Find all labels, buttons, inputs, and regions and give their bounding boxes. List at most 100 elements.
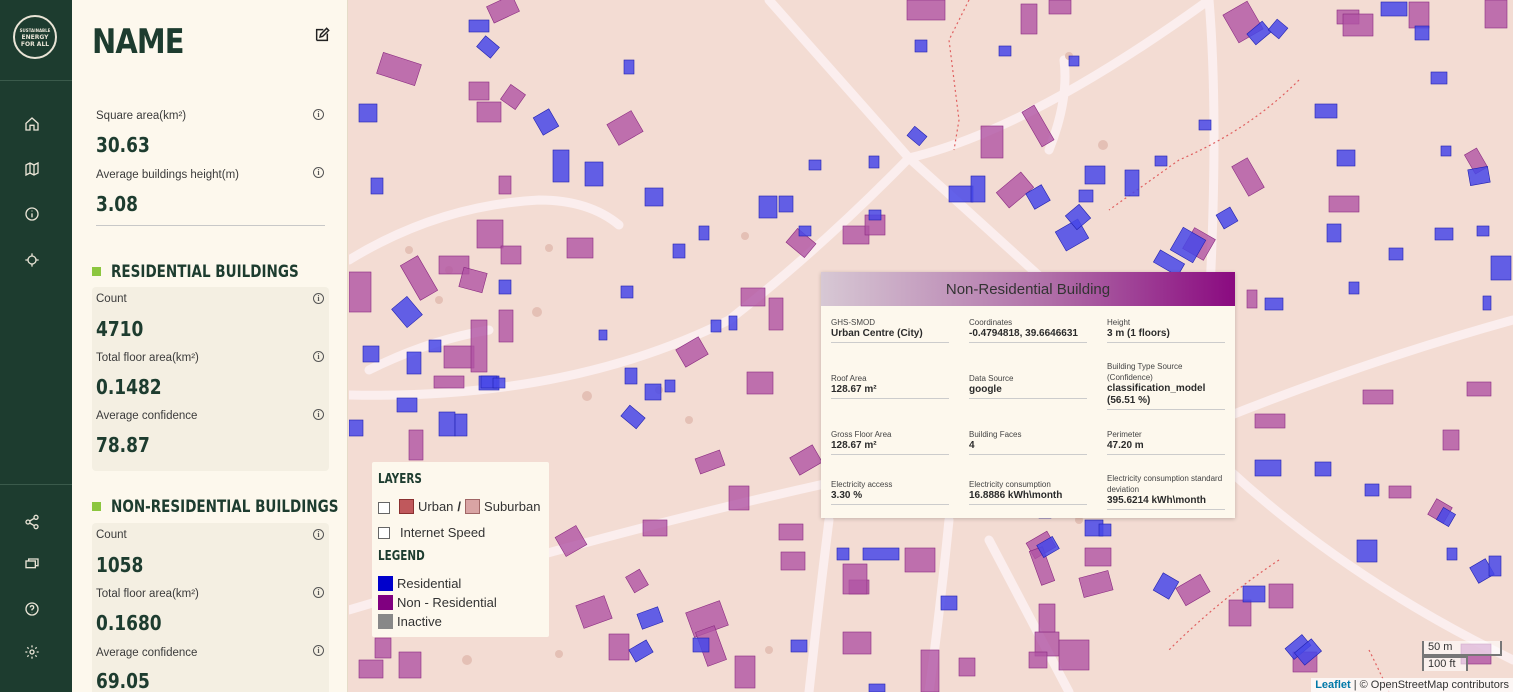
building-footprint[interactable]: [1246, 289, 1258, 309]
building-footprint[interactable]: [398, 651, 422, 679]
building-footprint[interactable]: [1490, 255, 1512, 281]
building-footprint[interactable]: [970, 175, 986, 203]
building-footprint[interactable]: [728, 485, 750, 511]
building-footprint[interactable]: [376, 51, 422, 87]
building-footprint[interactable]: [1434, 227, 1454, 241]
building-footprint[interactable]: [1038, 603, 1056, 633]
building-footprint[interactable]: [1314, 461, 1332, 477]
info-icon[interactable]: i: [313, 109, 324, 120]
building-footprint[interactable]: [1078, 189, 1094, 203]
urban-suburban-checkbox[interactable]: [378, 502, 390, 514]
building-footprint[interactable]: [790, 639, 808, 653]
building-footprint[interactable]: [492, 377, 506, 389]
building-footprint[interactable]: [734, 655, 756, 689]
building-footprint[interactable]: [868, 683, 886, 692]
building-footprint[interactable]: [698, 225, 710, 241]
building-footprint[interactable]: [1430, 71, 1448, 85]
building-footprint[interactable]: [642, 519, 668, 537]
building-footprint[interactable]: [1388, 485, 1412, 499]
building-footprint[interactable]: [1326, 223, 1342, 243]
building-footprint[interactable]: [780, 551, 806, 571]
share-icon[interactable]: [22, 512, 42, 532]
building-footprint[interactable]: [728, 315, 738, 331]
building-footprint[interactable]: [1466, 381, 1492, 397]
building-footprint[interactable]: [1267, 18, 1289, 40]
building-footprint[interactable]: [500, 84, 526, 110]
building-footprint[interactable]: [1048, 0, 1072, 15]
building-footprint[interactable]: [358, 659, 384, 679]
help-icon[interactable]: [22, 599, 42, 619]
info-icon[interactable]: i: [313, 351, 324, 362]
building-footprint[interactable]: [374, 637, 392, 659]
building-footprint[interactable]: [1482, 295, 1492, 311]
building-footprint[interactable]: [1264, 297, 1284, 311]
building-footprint[interactable]: [1446, 547, 1458, 561]
building-footprint[interactable]: [476, 35, 500, 59]
building-footprint[interactable]: [1068, 55, 1080, 67]
info-icon[interactable]: i: [313, 409, 324, 420]
building-footprint[interactable]: [1254, 413, 1286, 429]
building-footprint[interactable]: [672, 243, 686, 259]
building-footprint[interactable]: [470, 319, 488, 373]
building-footprint[interactable]: [1476, 225, 1490, 237]
building-footprint[interactable]: [1228, 599, 1252, 627]
building-footprint[interactable]: [1484, 0, 1508, 29]
building-footprint[interactable]: [1388, 247, 1404, 261]
building-footprint[interactable]: [798, 225, 812, 237]
building-footprint[interactable]: [606, 110, 644, 146]
crosshair-icon[interactable]: [22, 250, 42, 270]
building-footprint[interactable]: [842, 563, 868, 595]
leaflet-link[interactable]: Leaflet: [1315, 679, 1350, 691]
building-footprint[interactable]: [768, 297, 784, 331]
building-footprint[interactable]: [575, 595, 613, 629]
building-footprint[interactable]: [842, 631, 872, 655]
building-footprint[interactable]: [1268, 583, 1294, 609]
building-footprint[interactable]: [438, 411, 456, 437]
building-footprint[interactable]: [836, 547, 850, 561]
building-footprint[interactable]: [778, 195, 794, 213]
building-footprint[interactable]: [620, 404, 646, 430]
building-footprint[interactable]: [1408, 1, 1430, 29]
building-footprint[interactable]: [1342, 13, 1374, 37]
building-footprint[interactable]: [758, 195, 778, 219]
building-footprint[interactable]: [498, 309, 514, 343]
info-icon[interactable]: i: [313, 587, 324, 598]
building-footprint[interactable]: [862, 547, 900, 561]
building-footprint[interactable]: [454, 413, 468, 437]
building-footprint[interactable]: [625, 568, 649, 594]
building-footprint[interactable]: [998, 45, 1012, 57]
building-footprint[interactable]: [566, 237, 594, 259]
info-icon[interactable]: i: [313, 293, 324, 304]
building-footprint[interactable]: [1467, 166, 1491, 186]
building-footprint[interactable]: [476, 101, 502, 123]
building-footprint[interactable]: [362, 345, 380, 363]
building-footprint[interactable]: [980, 125, 1004, 159]
building-footprint[interactable]: [789, 444, 823, 476]
info-icon[interactable]: i: [313, 167, 324, 178]
building-footprint[interactable]: [396, 397, 418, 413]
building-footprint[interactable]: [598, 329, 608, 341]
building-footprint[interactable]: [1348, 281, 1360, 295]
building-footprint[interactable]: [1231, 157, 1265, 197]
building-footprint[interactable]: [620, 285, 634, 299]
building-footprint[interactable]: [1124, 169, 1140, 197]
building-footprint[interactable]: [584, 161, 604, 187]
building-footprint[interactable]: [948, 185, 974, 203]
building-footprint[interactable]: [406, 351, 422, 375]
building-footprint[interactable]: [1328, 195, 1360, 213]
building-footprint[interactable]: [692, 637, 710, 653]
building-footprint[interactable]: [370, 177, 384, 195]
building-footprint[interactable]: [552, 149, 570, 183]
chat-icon[interactable]: [22, 555, 42, 575]
building-footprint[interactable]: [349, 271, 372, 313]
building-footprint[interactable]: [1356, 539, 1378, 563]
settings-icon[interactable]: [22, 642, 42, 662]
building-footprint[interactable]: [636, 606, 664, 630]
building-footprint[interactable]: [468, 81, 490, 101]
building-footprint[interactable]: [399, 255, 439, 301]
building-footprint[interactable]: [940, 595, 958, 611]
building-footprint[interactable]: [1084, 165, 1106, 185]
building-footprint[interactable]: [958, 657, 976, 677]
building-footprint[interactable]: [358, 103, 378, 123]
building-footprint[interactable]: [468, 19, 490, 33]
